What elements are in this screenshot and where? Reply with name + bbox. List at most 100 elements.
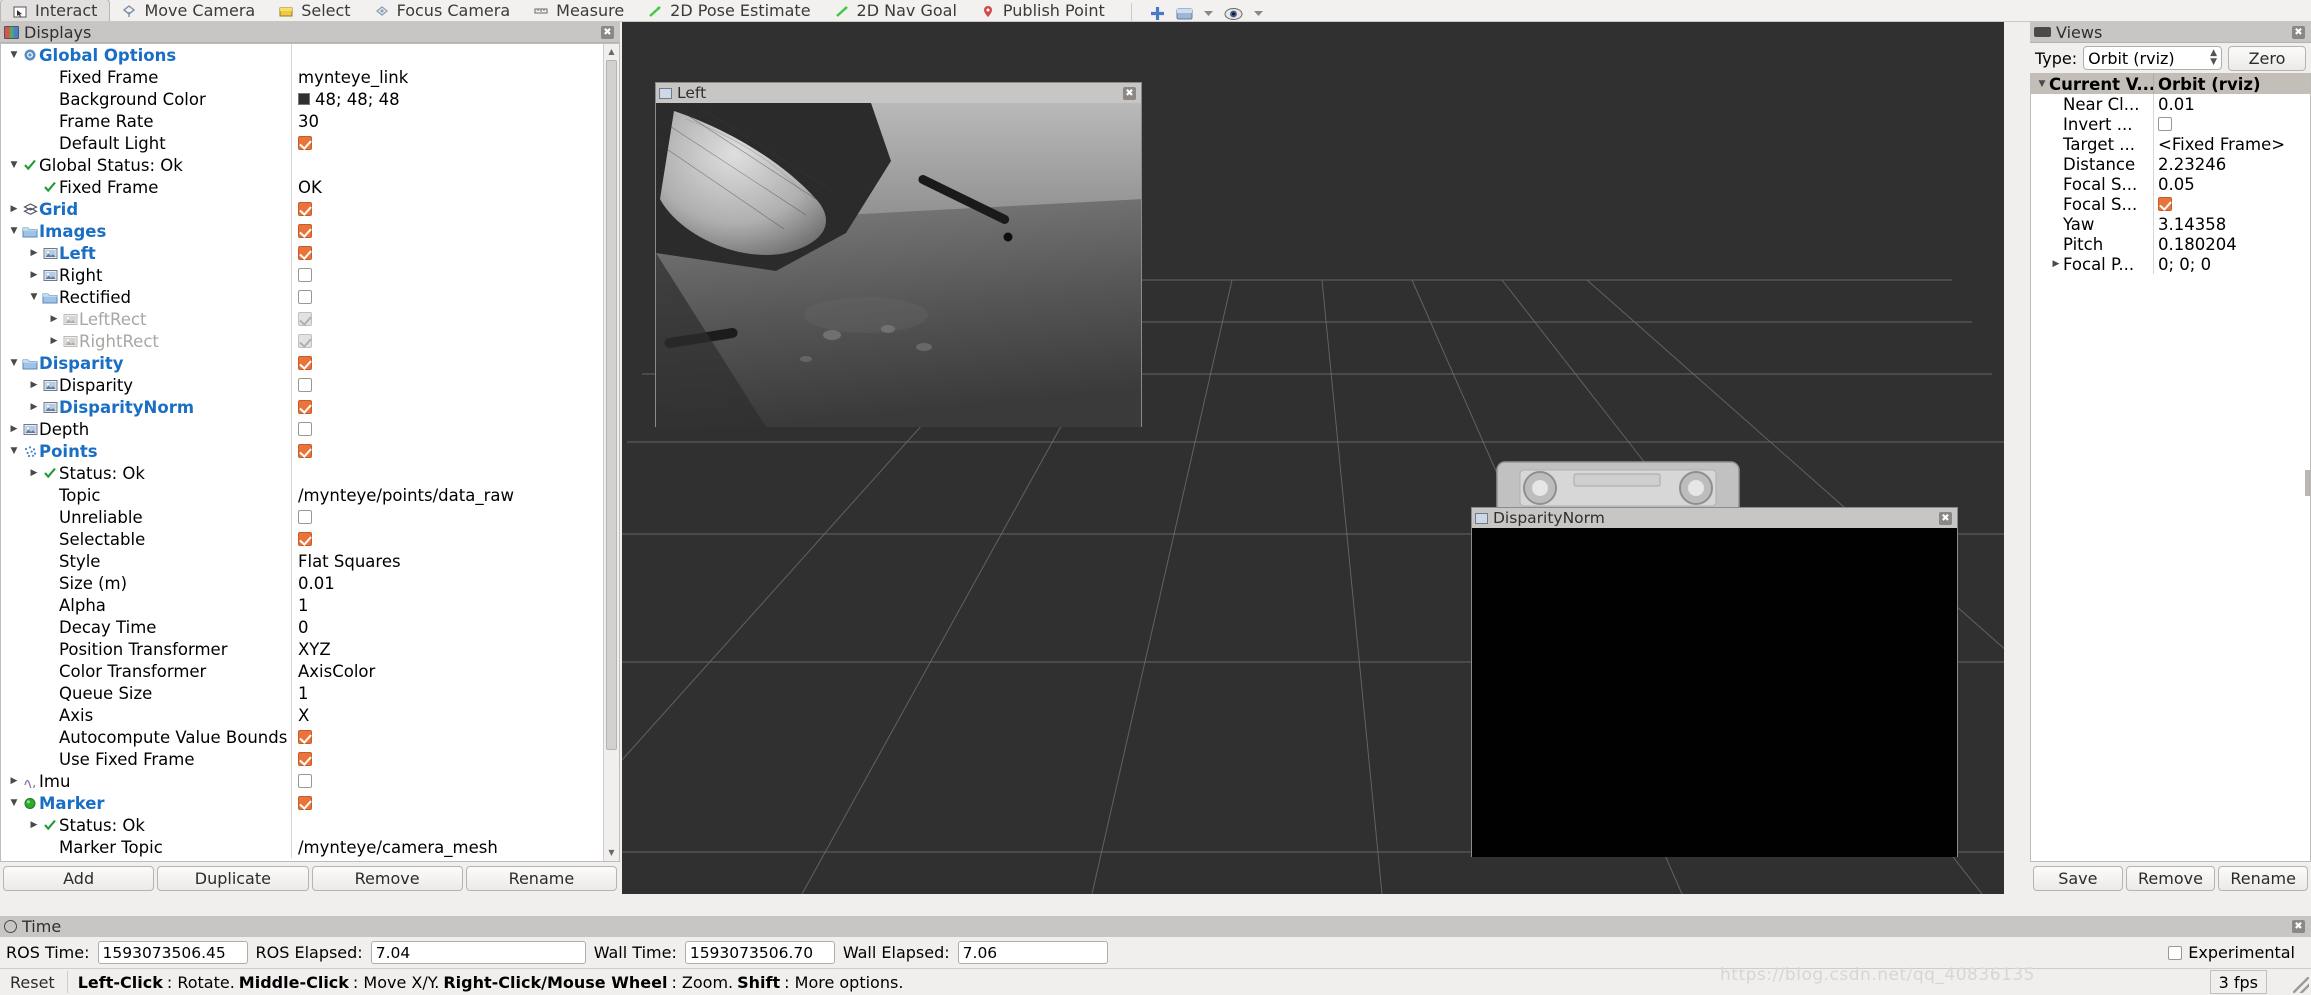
- displays-scrollbar-thumb[interactable]: [606, 60, 617, 750]
- display-row-value-cell[interactable]: [291, 308, 603, 330]
- display-row[interactable]: Global Options: [1, 44, 603, 66]
- display-row-value-cell[interactable]: [291, 396, 603, 418]
- time-field-input[interactable]: 1593073506.45: [97, 941, 248, 964]
- tool-2d-pose-estimate[interactable]: 2D Pose Estimate: [636, 0, 822, 21]
- view-property-row[interactable]: Distance 2.23246: [2031, 154, 2310, 174]
- display-row-value-cell[interactable]: [291, 154, 603, 176]
- display-row[interactable]: RightRect: [1, 330, 603, 352]
- display-row-value-cell[interactable]: [291, 528, 603, 550]
- expand-arrow-open-icon[interactable]: [7, 798, 21, 808]
- time-field-input[interactable]: 7.06: [957, 941, 1108, 964]
- expand-arrow-open-icon[interactable]: [7, 226, 21, 236]
- experimental-toggle[interactable]: Experimental: [2168, 943, 2305, 962]
- display-row[interactable]: Topic/mynteye/points/data_raw: [1, 484, 603, 506]
- expand-arrow-open-icon[interactable]: [7, 50, 21, 60]
- display-row-value-cell[interactable]: OK: [291, 176, 603, 198]
- display-row-value-cell[interactable]: [291, 462, 603, 484]
- display-row-value-cell[interactable]: [291, 506, 603, 528]
- display-row[interactable]: Disparity: [1, 374, 603, 396]
- display-row-value-cell[interactable]: 48; 48; 48: [291, 88, 603, 110]
- display-enable-checkbox[interactable]: [298, 356, 312, 370]
- display-row[interactable]: Status: Ok: [1, 462, 603, 484]
- displays-scrollbar[interactable]: ▲ ▼: [603, 44, 619, 861]
- expand-arrow-closed-icon[interactable]: [7, 424, 21, 434]
- experimental-checkbox[interactable]: [2168, 945, 2183, 960]
- views-tree[interactable]: Current V...Orbit (rviz)Near Cl...0.01In…: [2030, 73, 2311, 862]
- expand-arrow-open-icon[interactable]: [7, 358, 21, 368]
- remove-button[interactable]: Remove: [311, 866, 463, 891]
- time-field-input[interactable]: 1593073506.70: [684, 941, 835, 964]
- display-row-value-cell[interactable]: X: [291, 704, 603, 726]
- view-property-checkbox[interactable]: [2158, 117, 2172, 131]
- display-row[interactable]: Background Color 48; 48; 48: [1, 88, 603, 110]
- view-property-value-cell[interactable]: [2153, 194, 2310, 214]
- display-enable-checkbox[interactable]: [298, 202, 312, 216]
- expand-arrow-closed-icon[interactable]: [27, 402, 41, 412]
- panel-icon[interactable]: [1176, 7, 1193, 21]
- expand-arrow-open-icon[interactable]: [7, 446, 21, 456]
- tool-measure[interactable]: Measure: [522, 0, 636, 21]
- display-row[interactable]: Axis X: [1, 704, 603, 726]
- display-row-value-cell[interactable]: [291, 132, 603, 154]
- display-enable-checkbox[interactable]: [298, 224, 312, 238]
- expand-arrow-closed-icon[interactable]: [27, 380, 41, 390]
- display-row-value-cell[interactable]: 0: [291, 616, 603, 638]
- displays-tree[interactable]: Global OptionsFixed Framemynteye_linkBac…: [1, 44, 603, 861]
- display-row[interactable]: Marker: [1, 792, 603, 814]
- expand-arrow-closed-icon[interactable]: [47, 336, 61, 346]
- expand-arrow-closed-icon[interactable]: [7, 776, 21, 786]
- views-eye-icon[interactable]: [1224, 7, 1243, 21]
- display-enable-checkbox[interactable]: [298, 752, 312, 766]
- view-property-value-cell[interactable]: 0; 0; 0: [2153, 254, 2310, 274]
- time-field-input[interactable]: 7.04: [370, 941, 586, 964]
- display-row[interactable]: Use Fixed Frame: [1, 748, 603, 770]
- display-row[interactable]: Style Flat Squares: [1, 550, 603, 572]
- display-row-value-cell[interactable]: 1: [291, 682, 603, 704]
- display-enable-checkbox[interactable]: [298, 290, 312, 304]
- duplicate-button[interactable]: Duplicate: [157, 866, 309, 891]
- view-property-value-cell[interactable]: 0.05: [2153, 174, 2310, 194]
- display-row[interactable]: Frame Rate 30: [1, 110, 603, 132]
- view-property-row[interactable]: Current V...Orbit (rviz): [2031, 74, 2310, 94]
- display-row[interactable]: Disparity: [1, 352, 603, 374]
- display-enable-checkbox[interactable]: [298, 796, 312, 810]
- display-enable-checkbox[interactable]: [298, 246, 312, 260]
- display-row-value-cell[interactable]: 30: [291, 110, 603, 132]
- add-tool-icon[interactable]: [1149, 6, 1166, 21]
- expand-arrow-closed-icon[interactable]: [7, 204, 21, 214]
- display-row[interactable]: Imu: [1, 770, 603, 792]
- display-row-value-cell[interactable]: [291, 440, 603, 462]
- display-row[interactable]: Right: [1, 264, 603, 286]
- resize-grip[interactable]: [2293, 977, 2309, 993]
- chevron-down-icon[interactable]: [1203, 9, 1214, 18]
- display-row[interactable]: Points: [1, 440, 603, 462]
- chevron-down-icon-2[interactable]: [1253, 9, 1264, 18]
- expand-arrow-closed-icon[interactable]: [27, 270, 41, 280]
- display-row-value-cell[interactable]: [291, 330, 603, 352]
- display-enable-checkbox[interactable]: [298, 444, 312, 458]
- expand-arrow-open-icon[interactable]: [7, 160, 21, 170]
- expand-arrow-closed-icon[interactable]: [27, 248, 41, 258]
- display-enable-checkbox[interactable]: [298, 730, 312, 744]
- display-row[interactable]: Unreliable: [1, 506, 603, 528]
- left-image-close-icon[interactable]: ✖: [1123, 86, 1136, 100]
- display-enable-checkbox[interactable]: [298, 136, 312, 150]
- rename-button[interactable]: Rename: [465, 866, 617, 891]
- views-close-icon[interactable]: ✖: [2292, 25, 2305, 39]
- displays-close-icon[interactable]: ✖: [601, 25, 614, 39]
- display-row[interactable]: Autocompute Value Bounds: [1, 726, 603, 748]
- view-type-select[interactable]: Orbit (rviz) ▲ ▼: [2083, 46, 2222, 70]
- display-row[interactable]: Global Status: Ok: [1, 154, 603, 176]
- display-row-value-cell[interactable]: [291, 814, 603, 836]
- view-property-row[interactable]: Focal S...: [2031, 194, 2310, 214]
- display-row[interactable]: Images: [1, 220, 603, 242]
- display-row-value-cell[interactable]: /mynteye/camera_mesh: [291, 836, 603, 858]
- display-row[interactable]: Left: [1, 242, 603, 264]
- views-save-button[interactable]: Save: [2033, 866, 2123, 891]
- display-row[interactable]: Status: Ok: [1, 814, 603, 836]
- display-row-value-cell[interactable]: [291, 264, 603, 286]
- display-row-value-cell[interactable]: AxisColor: [291, 660, 603, 682]
- display-row-value-cell[interactable]: Flat Squares: [291, 550, 603, 572]
- reset-button[interactable]: Reset: [4, 971, 61, 993]
- view-property-value-cell[interactable]: 0.180204: [2153, 234, 2310, 254]
